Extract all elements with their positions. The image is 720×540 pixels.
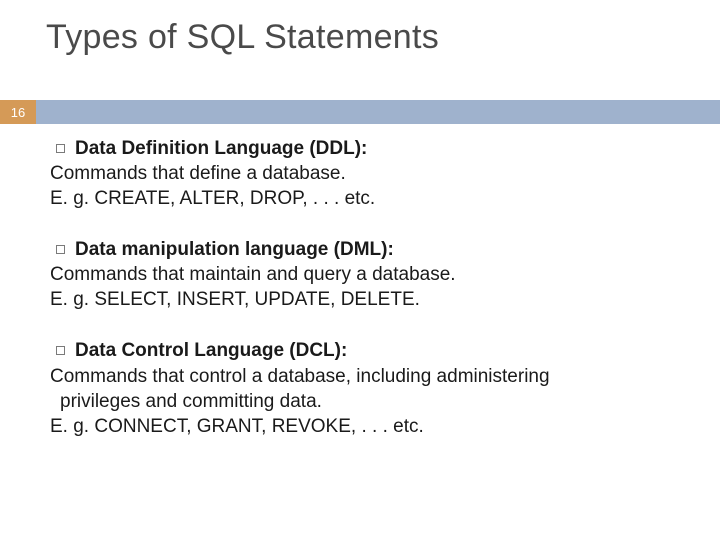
item-heading: Data manipulation language (DML):: [75, 239, 394, 260]
item-line: Commands that maintain and query a datab…: [50, 262, 682, 287]
item-line: Commands that define a database.: [50, 161, 682, 186]
list-item: Data Control Language (DCL): Commands th…: [46, 338, 682, 438]
item-line: Commands that control a database, includ…: [50, 364, 682, 389]
header-ribbon: [36, 100, 720, 124]
slide-title: Types of SQL Statements: [0, 0, 720, 57]
item-line: E. g. CONNECT, GRANT, REVOKE, . . . etc.: [50, 414, 682, 439]
bullet-icon: [56, 346, 65, 355]
slide-number-badge: 16: [0, 100, 36, 124]
item-line: E. g. CREATE, ALTER, DROP, . . . etc.: [50, 186, 682, 211]
header-bar: 16: [0, 100, 720, 124]
item-line: E. g. SELECT, INSERT, UPDATE, DELETE.: [50, 287, 682, 312]
slide: Types of SQL Statements 16 Data Definiti…: [0, 0, 720, 540]
bullet-icon: [56, 245, 65, 254]
list-item: Data Definition Language (DDL): Commands…: [46, 136, 682, 211]
item-heading: Data Control Language (DCL):: [75, 340, 347, 361]
item-line: privileges and committing data.: [60, 389, 682, 414]
content-area: Data Definition Language (DDL): Commands…: [46, 136, 682, 465]
bullet-icon: [56, 144, 65, 153]
item-heading: Data Definition Language (DDL):: [75, 138, 367, 159]
list-item: Data manipulation language (DML): Comman…: [46, 237, 682, 312]
